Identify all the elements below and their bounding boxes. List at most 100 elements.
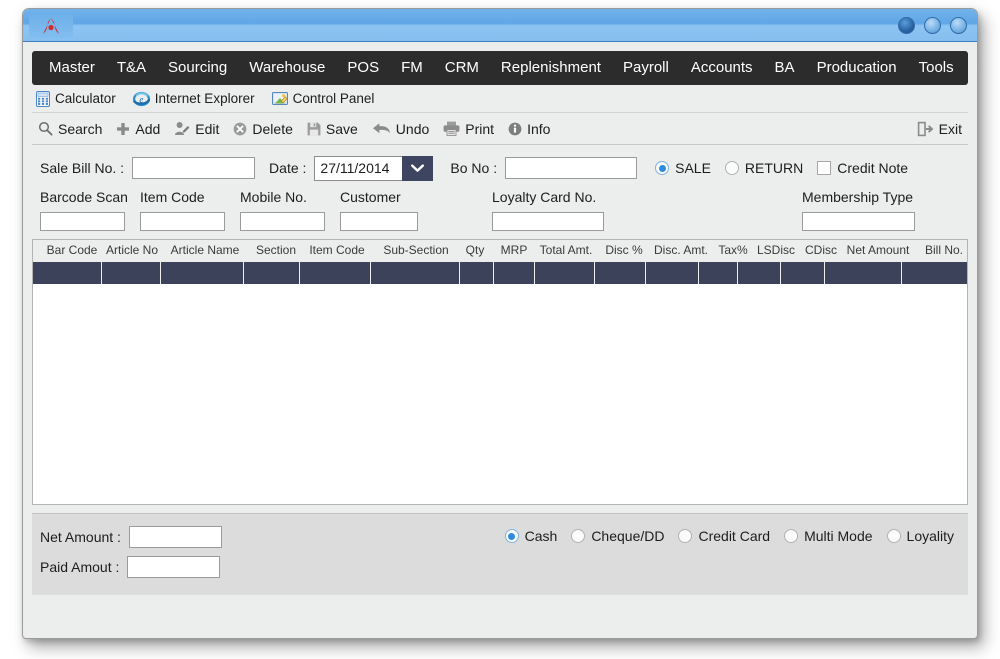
grid-col-total-amt: Total Amt.: [539, 243, 593, 257]
grid-col-tax-pct: Tax%: [718, 243, 748, 257]
sale-bill-no-input[interactable]: [132, 157, 256, 179]
menu-item-producation[interactable]: Producation: [806, 51, 908, 85]
add-button[interactable]: Add: [116, 121, 160, 137]
app-logo: [29, 14, 73, 38]
checkbox-credit-note-label: Credit Note: [837, 160, 909, 176]
edit-user-icon: [174, 121, 190, 136]
grid-col-mrp: MRP: [500, 243, 528, 257]
payment-mode-loyality-label: Loyality: [906, 528, 954, 544]
grid-body[interactable]: [33, 284, 967, 504]
menu-item-tools[interactable]: Tools: [908, 51, 965, 85]
field-mobile-no: Mobile No.: [240, 189, 340, 231]
net-amount-input[interactable]: [128, 526, 222, 548]
grid-header-cell[interactable]: [300, 262, 370, 284]
item-code-input[interactable]: [140, 212, 225, 231]
shortcut-calculator[interactable]: Calculator: [36, 90, 116, 107]
grid-header-cell[interactable]: [535, 262, 594, 284]
screen: Master T&A Sourcing Warehouse POS FM CRM…: [0, 0, 1000, 659]
delete-button[interactable]: Delete: [233, 121, 293, 137]
menu-item-help[interactable]: Help: [965, 51, 977, 85]
shortcut-control-panel[interactable]: Control Panel: [271, 91, 374, 107]
grid-header-cell[interactable]: [494, 262, 534, 284]
exit-button[interactable]: Exit: [917, 113, 962, 145]
grid-header-cell[interactable]: [371, 262, 459, 284]
grid-header-cell[interactable]: [102, 262, 160, 284]
grid-col-article-name: Article Name: [170, 243, 240, 257]
customer-label: Customer: [340, 189, 401, 205]
items-grid: Bar Code Article No Article Name Section…: [32, 239, 968, 505]
exit-door-icon: [917, 121, 934, 137]
date-combobox[interactable]: 27/11/2014: [314, 155, 434, 181]
grid-col-qty: Qty: [465, 243, 485, 257]
menu-item-pos[interactable]: POS: [336, 51, 390, 85]
payment-mode-cheque-dd[interactable]: Cheque/DD: [571, 528, 664, 544]
membership-type-label: Membership Type: [802, 189, 914, 205]
minimize-button[interactable]: [924, 17, 941, 34]
field-loyalty-card-no: Loyalty Card No.: [492, 189, 802, 231]
menu-item-fm[interactable]: FM: [390, 51, 434, 85]
grid-col-lsdisc: LSDisc: [756, 243, 796, 257]
payment-mode-loyality[interactable]: Loyality: [886, 528, 954, 544]
menu-item-ta[interactable]: T&A: [106, 51, 157, 85]
undo-button-label: Undo: [395, 120, 430, 137]
menu-item-payroll[interactable]: Payroll: [612, 51, 680, 85]
info-button[interactable]: Info: [508, 121, 550, 137]
grid-column-headers: Bar Code Article No Article Name Section…: [33, 240, 967, 262]
menu-item-replenishment[interactable]: Replenishment: [490, 51, 612, 85]
save-button[interactable]: Save: [307, 121, 358, 137]
radio-sale-indicator: [655, 161, 670, 175]
grid-header-cell[interactable]: [646, 262, 698, 284]
paid-amount-input[interactable]: [127, 556, 221, 578]
shortcut-internet-explorer-label: Internet Explorer: [154, 91, 255, 106]
chevron-down-icon[interactable]: [402, 155, 434, 181]
payment-mode-cash[interactable]: Cash: [504, 528, 557, 544]
close-button[interactable]: [898, 17, 915, 34]
radio-return-label: RETURN: [744, 160, 804, 176]
form-row-secondary: Barcode Scan Item Code Mobile No. Custom…: [32, 183, 968, 239]
grid-header-cell[interactable]: [781, 262, 824, 284]
control-panel-icon: [271, 91, 288, 107]
grid-header-cell[interactable]: [244, 262, 299, 284]
search-icon: [38, 121, 53, 136]
undo-button[interactable]: Undo: [372, 121, 429, 137]
menu-bar: Master T&A Sourcing Warehouse POS FM CRM…: [32, 51, 977, 85]
paid-amount-label: Paid Amout :: [40, 559, 120, 575]
window-controls[interactable]: [898, 17, 967, 34]
form-row-primary: Sale Bill No. : Date : 27/11/2014 Bo No …: [32, 153, 968, 183]
grid-header-cell[interactable]: [699, 262, 737, 284]
membership-type-input[interactable]: [802, 212, 915, 231]
mobile-no-input[interactable]: [240, 212, 325, 231]
radio-sale[interactable]: SALE: [655, 160, 711, 176]
print-button[interactable]: Print: [443, 121, 494, 137]
payment-mode-multi-mode[interactable]: Multi Mode: [784, 528, 873, 544]
menu-item-warehouse[interactable]: Warehouse: [238, 51, 336, 85]
menu-item-sourcing[interactable]: Sourcing: [157, 51, 238, 85]
payment-mode-credit-card[interactable]: Credit Card: [678, 528, 770, 544]
menu-item-accounts[interactable]: Accounts: [680, 51, 764, 85]
grid-header-cell[interactable]: [33, 262, 101, 284]
date-value: 27/11/2014: [314, 155, 403, 181]
shortcut-internet-explorer[interactable]: e Internet Explorer: [132, 91, 255, 107]
loyalty-card-no-input[interactable]: [492, 212, 604, 231]
radio-return[interactable]: RETURN: [724, 160, 804, 176]
grid-header-cell[interactable]: [595, 262, 645, 284]
grid-header-cell[interactable]: [460, 262, 493, 284]
bo-no-input[interactable]: [505, 157, 638, 179]
grid-header-cell[interactable]: [902, 262, 967, 284]
menu-item-master[interactable]: Master: [38, 51, 106, 85]
search-button[interactable]: Search: [38, 121, 102, 137]
barcode-scan-input[interactable]: [40, 212, 125, 231]
maximize-button[interactable]: [950, 17, 967, 34]
edit-button[interactable]: Edit: [174, 121, 219, 137]
grid-header-cell[interactable]: [738, 262, 780, 284]
payment-mode-loyality-indicator: [886, 529, 901, 543]
checkbox-credit-note[interactable]: Credit Note: [817, 160, 908, 176]
menu-item-crm[interactable]: CRM: [434, 51, 490, 85]
menu-item-ba[interactable]: BA: [764, 51, 806, 85]
grid-header-cell[interactable]: [161, 262, 243, 284]
action-toolbar: Search Add Edit Delete Save Undo Print I…: [32, 113, 968, 145]
customer-input[interactable]: [340, 212, 418, 231]
grid-col-bill-no: Bill No.: [924, 243, 964, 257]
add-button-label: Add: [135, 120, 161, 137]
grid-header-cell[interactable]: [825, 262, 901, 284]
